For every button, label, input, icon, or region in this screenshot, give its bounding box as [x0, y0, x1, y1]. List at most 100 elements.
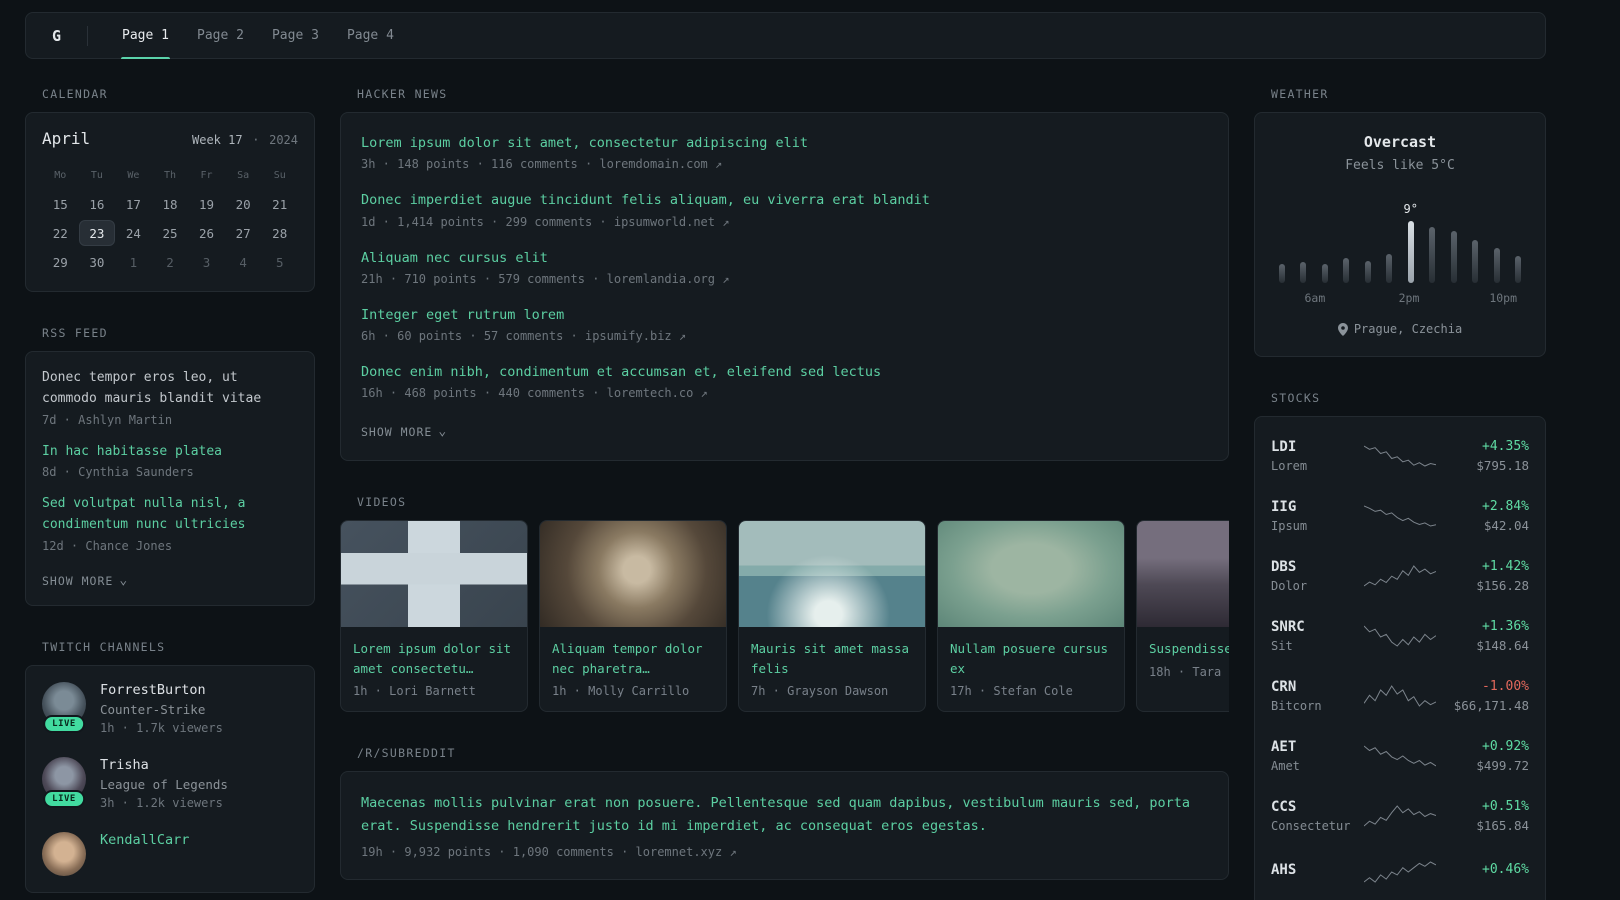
twitch-channel[interactable]: LIVE Trisha League of Legends 3h · 1.2k …: [42, 756, 298, 810]
hn-item-title[interactable]: Donec enim nibh, condimentum et accumsan…: [361, 362, 1208, 382]
stock-row[interactable]: AET Amet +0.92% $499.72: [1271, 726, 1529, 786]
rss-show-more-button[interactable]: SHOW MORE ⌄: [42, 574, 128, 588]
tab-page-4[interactable]: Page 4: [333, 13, 408, 58]
video-title[interactable]: Mauris sit amet massa felis: [751, 639, 913, 678]
calendar-day: 25: [162, 225, 178, 241]
calendar-day-header: Sa: [237, 169, 250, 181]
twitch-channel[interactable]: LIVE ForrestBurton Counter-Strike 1h · 1…: [42, 681, 298, 735]
channel-viewers: 1h · 1.7k viewers: [100, 720, 223, 735]
weather-bar-slot: [1336, 258, 1358, 283]
video-title[interactable]: Nullam posuere cursus ex: [950, 639, 1112, 678]
rss-item-title[interactable]: Sed volutpat nulla nisl, a condimentum n…: [42, 494, 298, 536]
calendar-day: 5: [275, 254, 284, 270]
stock-name: Dolor: [1271, 578, 1308, 593]
video-card[interactable]: Suspendisse diam 18h · Tara: [1136, 520, 1229, 712]
subreddit-section-title: /R/SUBREDDIT: [357, 746, 456, 760]
avatar: [42, 831, 86, 876]
video-card[interactable]: Mauris sit amet massa felis 7h · Grayson…: [738, 520, 926, 712]
weather-card: Overcast Feels like 5°C 9° 6am 2pm 10pm …: [1254, 112, 1546, 357]
stocks-section-title: STOCKS: [1271, 390, 1321, 405]
calendar-day: 15: [52, 196, 68, 212]
stock-row[interactable]: AHS +0.46%: [1271, 846, 1529, 898]
stock-name: Consectetur: [1271, 818, 1351, 833]
stock-row[interactable]: CRN Bitcorn -1.00% $66,171.48: [1271, 666, 1529, 726]
channel-name[interactable]: KendallCarr: [100, 832, 189, 848]
subreddit-post: Maecenas mollis pulvinar erat non posuer…: [361, 792, 1208, 859]
calendar-day: 18: [162, 196, 178, 212]
calendar-day: 27: [235, 225, 251, 241]
app-logo[interactable]: G: [46, 27, 67, 45]
twitch-channel[interactable]: KendallCarr: [42, 831, 298, 876]
hn-item-title[interactable]: Donec imperdiet augue tincidunt felis al…: [361, 190, 1208, 210]
hn-item-meta: 16h · 468 points · 440 comments · loremt…: [361, 386, 708, 401]
video-title[interactable]: Lorem ipsum dolor sit amet consectetu…: [353, 639, 515, 678]
twitch-section: TWITCH CHANNELS LIVE ForrestBurton Count…: [25, 640, 315, 893]
middle-column: HACKER NEWS Lorem ipsum dolor sit amet, …: [340, 87, 1229, 900]
calendar-day-header: Th: [163, 169, 177, 181]
hn-item-title[interactable]: Aliquam nec cursus elit: [361, 248, 1208, 268]
calendar-day-header: Fr: [200, 169, 213, 181]
tab-page-2[interactable]: Page 2: [183, 13, 258, 58]
stock-row[interactable]: LDI Lorem +4.35% $795.18: [1271, 426, 1529, 486]
stock-symbol: AHS: [1271, 861, 1297, 878]
weather-section: WEATHER Overcast Feels like 5°C 9° 6am 2…: [1254, 87, 1546, 357]
channel-category: Counter-Strike: [100, 701, 206, 717]
stock-symbol: AET: [1271, 738, 1297, 755]
stock-row[interactable]: IIG Ipsum +2.84% $42.04: [1271, 486, 1529, 546]
video-thumbnail[interactable]: [540, 521, 726, 628]
video-meta: 7h · Grayson Dawson: [751, 684, 889, 698]
channel-name[interactable]: ForrestBurton: [100, 682, 223, 698]
tab-page-3[interactable]: Page 3: [258, 13, 333, 58]
rss-section-title: RSS FEED: [42, 326, 108, 340]
video-card[interactable]: Nullam posuere cursus ex 17h · Stefan Co…: [937, 520, 1125, 712]
rss-item-meta: 12d · Chance Jones: [42, 538, 173, 553]
video-row: Lorem ipsum dolor sit amet consectetu… 1…: [340, 520, 1229, 712]
rss-item-title[interactable]: Donec tempor eros leo, ut commodo mauris…: [42, 368, 298, 410]
video-card[interactable]: Aliquam tempor dolor nec pharetra… 1h · …: [539, 520, 727, 712]
weather-bar: [1407, 221, 1414, 283]
video-thumbnail[interactable]: [341, 521, 527, 628]
hackernews-card: Lorem ipsum dolor sit amet, consectetur …: [340, 112, 1229, 462]
video-thumbnail[interactable]: [1137, 521, 1229, 628]
stock-row[interactable]: DBS Dolor +1.42% $156.28: [1271, 546, 1529, 606]
channel-info: Trisha League of Legends 3h · 1.2k viewe…: [100, 757, 228, 810]
twitch-section-title: TWITCH CHANNELS: [42, 639, 166, 654]
hn-item: Integer eget rutrum lorem 6h · 60 points…: [361, 305, 1208, 343]
right-column: WEATHER Overcast Feels like 5°C 9° 6am 2…: [1254, 87, 1546, 900]
video-thumbnail[interactable]: [938, 521, 1124, 628]
video-thumbnail[interactable]: [739, 521, 925, 628]
stock-change: +0.51%: [1482, 798, 1529, 814]
hn-item: Aliquam nec cursus elit 21h · 710 points…: [361, 248, 1208, 286]
video-meta: 1h · Lori Barnett: [353, 684, 476, 698]
stock-symbol: DBS: [1271, 558, 1297, 575]
calendar-month: April: [42, 129, 91, 148]
video-meta: 1h · Molly Carrillo: [552, 684, 690, 698]
calendar-year: 2024: [269, 133, 298, 147]
weather-temp-label: 9°: [1403, 202, 1418, 216]
video-title[interactable]: Suspendisse diam: [1149, 639, 1229, 658]
channel-name[interactable]: Trisha: [100, 757, 228, 773]
calendar-day: 30: [89, 254, 105, 270]
calendar-section-title: CALENDAR: [42, 87, 108, 101]
stock-row[interactable]: SNRC Sit +1.36% $148.64: [1271, 606, 1529, 666]
tab-page-1[interactable]: Page 1: [108, 13, 183, 59]
weather-bar: [1364, 261, 1371, 283]
subreddit-post-title[interactable]: Maecenas mollis pulvinar erat non posuer…: [361, 792, 1208, 838]
video-title[interactable]: Aliquam tempor dolor nec pharetra…: [552, 639, 714, 678]
video-card[interactable]: Lorem ipsum dolor sit amet consectetu… 1…: [340, 520, 528, 712]
stock-row[interactable]: CCS Consectetur +0.51% $165.84: [1271, 786, 1529, 846]
channel-info: ForrestBurton Counter-Strike 1h · 1.7k v…: [100, 682, 223, 735]
calendar-day: 16: [89, 196, 105, 212]
rss-item-title[interactable]: In hac habitasse platea: [42, 442, 298, 463]
hn-item-title[interactable]: Integer eget rutrum lorem: [361, 305, 1208, 325]
hn-item-title[interactable]: Lorem ipsum dolor sit amet, consectetur …: [361, 133, 1208, 153]
hn-show-more-button[interactable]: SHOW MORE ⌄: [361, 425, 447, 439]
calendar-day: 2: [166, 254, 174, 270]
topbar-divider: [87, 25, 89, 46]
stock-change: +0.46%: [1482, 862, 1529, 877]
stock-name: Ipsum: [1271, 518, 1308, 533]
calendar-grid: Mo Tu We Th Fr Sa Su 15 16 17 18 19 20 21 22 23 24 25 26 27…: [42, 162, 298, 275]
stock-sparkline: [1364, 505, 1436, 527]
calendar-card: April Week 17 · 2024 Mo Tu We Th Fr Sa Su 15 16 1…: [25, 112, 315, 292]
chevron-down-icon: ⌄: [438, 424, 448, 440]
